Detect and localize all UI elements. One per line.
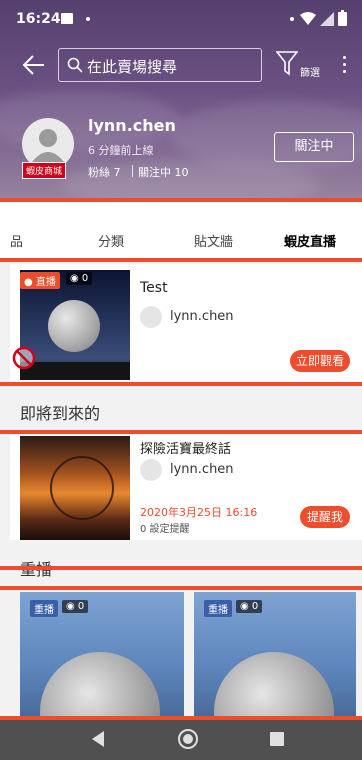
more-options-icon[interactable] [340, 54, 348, 78]
divider-line [0, 566, 362, 570]
replay-card[interactable]: 重播 ◉ 0 [20, 592, 184, 716]
replay-tag: 重播 [204, 600, 232, 617]
eye-icon: ◉ [70, 273, 79, 284]
viewer-number: 0 [81, 273, 89, 284]
status-bar: 16:24 [0, 0, 362, 40]
filter-funnel-icon [276, 51, 298, 76]
battery-icon [338, 10, 347, 26]
back-triangle-icon[interactable] [90, 730, 106, 748]
divider-line [0, 586, 362, 590]
recents-square-icon[interactable] [270, 732, 284, 746]
back-arrow-icon[interactable] [22, 54, 46, 76]
upcoming-thumbnail [20, 436, 130, 540]
eye-icon: ◉ [240, 601, 249, 612]
tab-categories[interactable]: 分類 [98, 231, 124, 250]
followers-count[interactable]: 粉絲 7 [88, 164, 121, 180]
follow-button[interactable]: 關注中 [274, 132, 354, 162]
host-avatar [140, 459, 162, 481]
upcoming-datetime: 2020年3月25日 16:16 [140, 506, 258, 519]
upcoming-section-title: 即將到來的 [20, 404, 101, 423]
replay-tag: 重播 [30, 600, 58, 617]
last-online: 6 分鐘前上線 [88, 144, 154, 157]
viewer-number: 0 [251, 601, 259, 612]
tab-feed[interactable]: 貼文牆 [194, 231, 233, 250]
system-nav-bar [0, 720, 362, 760]
search-placeholder: 在此賣場搜尋 [87, 58, 178, 76]
home-circle-icon[interactable] [177, 728, 199, 750]
eye-icon: ◉ [66, 601, 75, 612]
stat-divider [132, 165, 133, 177]
live-host: lynn.chen [170, 309, 234, 324]
status-time: 16:24 [16, 11, 61, 27]
watch-now-button[interactable]: 立即觀看 [290, 350, 350, 372]
no-entry-icon [12, 346, 36, 370]
upcoming-stream-card[interactable]: 探險活寶最終話 lynn.chen 2020年3月25日 16:16 0 設定提… [10, 434, 362, 540]
tab-live[interactable]: 蝦皮直播 [284, 231, 336, 250]
tab-products[interactable]: 品 [10, 231, 23, 250]
live-tag: ● 直播 [20, 272, 60, 289]
notification-dot-icon [86, 17, 90, 21]
shop-tabs: 品 分類 貼文牆 蝦皮直播 [0, 200, 362, 260]
shop-search-input[interactable]: 在此賣場搜尋 [58, 48, 262, 82]
shop-mall-badge: 蝦皮商城 [22, 162, 67, 179]
following-count[interactable]: 關注中 10 [138, 164, 189, 180]
upcoming-host: lynn.chen [170, 462, 234, 477]
upcoming-reminders: 0 設定提醒 [140, 524, 190, 535]
shop-username: lynn.chen [88, 116, 176, 135]
replay-viewer-count: ◉ 0 [236, 600, 263, 613]
replay-viewer-count: ◉ 0 [62, 600, 89, 613]
filter-label: 篩選 [300, 68, 320, 79]
viewer-number: 0 [77, 601, 85, 612]
upcoming-title: 探險活寶最終話 [140, 442, 232, 457]
shop-nav-bar: 在此賣場搜尋 篩選 [0, 44, 362, 88]
wifi-icon [300, 12, 316, 25]
live-stream-card[interactable]: ● 直播 ◉ 0 Test lynn.chen 立即觀看 [10, 264, 362, 382]
live-viewer-count: ◉ 0 [66, 272, 93, 285]
divider-line [0, 258, 362, 262]
divider-line [0, 382, 362, 386]
signal-icon [320, 12, 334, 26]
remind-me-button[interactable]: 提醒我 [300, 506, 350, 528]
host-avatar [140, 306, 162, 328]
dot-icon [290, 17, 294, 21]
live-title: Test [140, 280, 168, 296]
filter-button[interactable]: 篩選 [276, 50, 326, 84]
replay-card[interactable]: 重播 ◉ 0 [194, 592, 356, 716]
gallery-icon [61, 13, 73, 24]
search-icon [67, 57, 83, 73]
divider-line [0, 198, 362, 202]
